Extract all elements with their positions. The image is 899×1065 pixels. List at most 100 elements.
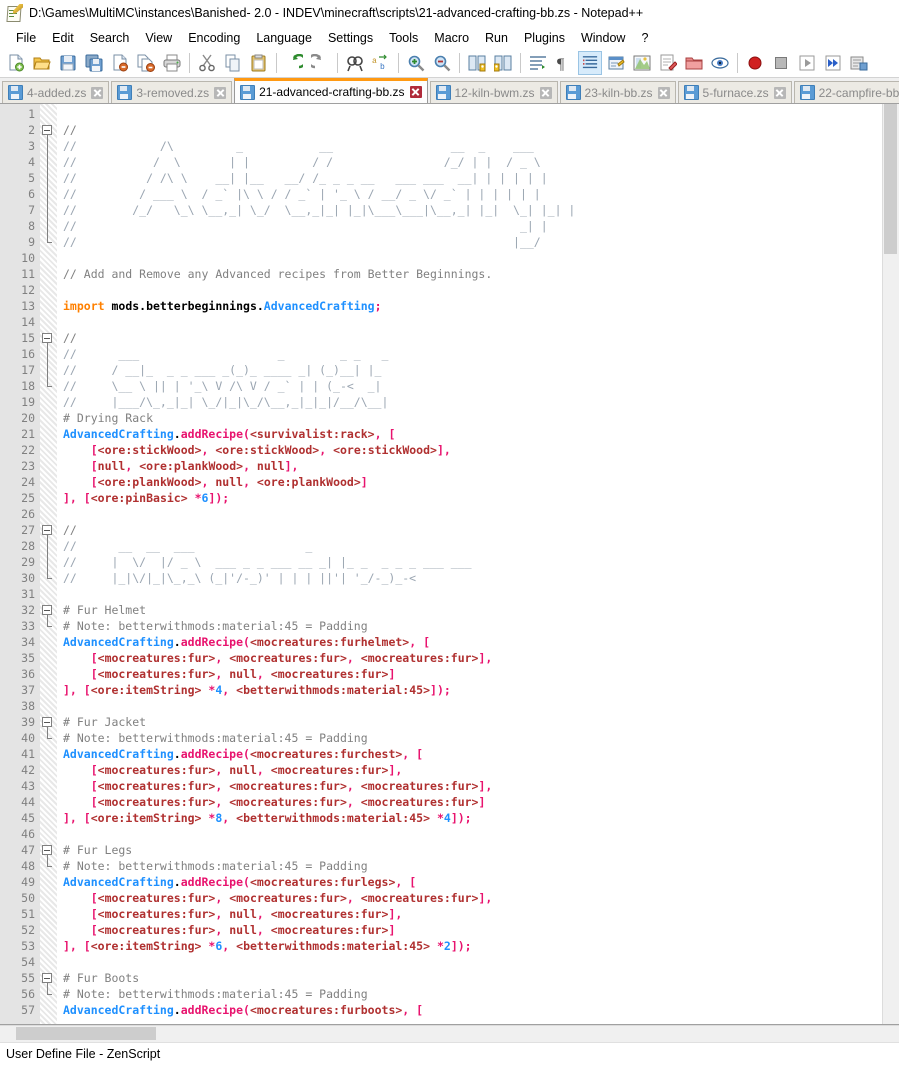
code-line[interactable]: // __ __ ___ _ [63, 538, 899, 554]
code-line[interactable]: # Fur Boots [63, 970, 899, 986]
code-line[interactable]: // / \ | | / / /_/ | | / _ \ [63, 154, 899, 170]
tab-22-campfire-bb[interactable]: 22-campfire-bb.zs [794, 81, 899, 103]
code-line[interactable]: import mods.betterbeginnings.AdvancedCra… [63, 298, 899, 314]
save-all-icon[interactable] [82, 51, 106, 75]
code-line[interactable] [63, 282, 899, 298]
code-line[interactable]: [null, <ore:plankWood>, null], [63, 458, 899, 474]
code-text-area[interactable]: //// /\ _ __ __ _ ___// / \ | | / / /_/ … [57, 104, 899, 1024]
sync-vertical-scroll-icon[interactable] [465, 51, 489, 75]
horizontal-scrollbar-thumb[interactable] [16, 1027, 156, 1040]
menu-item-macro[interactable]: Macro [426, 29, 477, 47]
function-list-icon[interactable] [656, 51, 680, 75]
tab-23-kiln-bb[interactable]: 23-kiln-bb.zs [560, 81, 676, 103]
code-line[interactable]: // [63, 522, 899, 538]
monitoring-icon[interactable] [708, 51, 732, 75]
show-document-map-icon[interactable] [630, 51, 654, 75]
fold-toggle-icon[interactable] [42, 525, 52, 535]
horizontal-scrollbar[interactable] [0, 1025, 899, 1042]
cut-icon[interactable] [195, 51, 219, 75]
code-line[interactable]: # Note: betterwithmods:material:45 = Pad… [63, 986, 899, 1002]
fold-toggle-icon[interactable] [42, 333, 52, 343]
tab-close-icon[interactable] [91, 87, 103, 99]
code-line[interactable] [63, 314, 899, 330]
code-line[interactable]: [<ore:stickWood>, <ore:stickWood>, <ore:… [63, 442, 899, 458]
undo-icon[interactable] [282, 51, 306, 75]
zoom-out-icon[interactable] [430, 51, 454, 75]
menu-item-plugins[interactable]: Plugins [516, 29, 573, 47]
menu-item-file[interactable]: File [8, 29, 44, 47]
tab-3-removed[interactable]: 3-removed.zs [111, 81, 232, 103]
tab-12-kiln-bwm[interactable]: 12-kiln-bwm.zs [430, 81, 558, 103]
print-icon[interactable] [160, 51, 184, 75]
sync-horizontal-scroll-icon[interactable] [491, 51, 515, 75]
tab-close-icon[interactable] [658, 87, 670, 99]
code-line[interactable]: [<mocreatures:fur>, null, <mocreatures:f… [63, 906, 899, 922]
code-line[interactable]: [<mocreatures:fur>, <mocreatures:fur>, <… [63, 890, 899, 906]
code-line[interactable]: // Add and Remove any Advanced recipes f… [63, 266, 899, 282]
code-line[interactable]: ], [<ore:itemString> *8, <betterwithmods… [63, 810, 899, 826]
tab-21-advanced-crafting-bb[interactable]: 21-advanced-crafting-bb.zs [234, 78, 427, 103]
code-line[interactable] [63, 506, 899, 522]
fold-toggle-icon[interactable] [42, 717, 52, 727]
menu-item-help[interactable]: ? [633, 29, 656, 47]
menu-item-tools[interactable]: Tools [381, 29, 426, 47]
play-macro-icon[interactable] [795, 51, 819, 75]
code-line[interactable]: # Fur Helmet [63, 602, 899, 618]
code-line[interactable] [63, 250, 899, 266]
redo-icon[interactable] [308, 51, 332, 75]
code-folding-margin[interactable] [40, 104, 57, 1024]
fold-toggle-icon[interactable] [42, 605, 52, 615]
code-line[interactable]: AdvancedCrafting.addRecipe(<mocreatures:… [63, 634, 899, 650]
code-line[interactable]: [<mocreatures:fur>, null, <mocreatures:f… [63, 762, 899, 778]
save-macro-icon[interactable] [847, 51, 871, 75]
new-file-icon[interactable] [4, 51, 28, 75]
code-line[interactable] [63, 698, 899, 714]
tab-5-furnace[interactable]: 5-furnace.zs [678, 81, 792, 103]
save-icon[interactable] [56, 51, 80, 75]
menu-item-language[interactable]: Language [248, 29, 320, 47]
code-line[interactable]: AdvancedCrafting.addRecipe(<mocreatures:… [63, 874, 899, 890]
code-line[interactable]: ], [<ore:itemString> *6, <betterwithmods… [63, 938, 899, 954]
copy-icon[interactable] [221, 51, 245, 75]
code-line[interactable] [63, 826, 899, 842]
user-defined-dialog-icon[interactable] [604, 51, 628, 75]
code-line[interactable]: // |__/ [63, 234, 899, 250]
menu-item-encoding[interactable]: Encoding [180, 29, 248, 47]
indent-guide-icon[interactable] [578, 51, 602, 75]
close-all-icon[interactable] [134, 51, 158, 75]
code-line[interactable]: # Note: betterwithmods:material:45 = Pad… [63, 618, 899, 634]
run-macro-multiple-icon[interactable] [821, 51, 845, 75]
code-line[interactable]: // /_/ \_\ \__,_| \_/ \__,_|_| |_|\___\_… [63, 202, 899, 218]
tab-close-icon[interactable] [410, 86, 422, 98]
paste-icon[interactable] [247, 51, 271, 75]
code-line[interactable]: // _| | [63, 218, 899, 234]
code-line[interactable]: // / /\ \ __| |__ __/ /_ _ _ __ ___ ___ … [63, 170, 899, 186]
record-macro-icon[interactable] [743, 51, 767, 75]
code-line[interactable]: # Drying Rack [63, 410, 899, 426]
code-line[interactable]: // / ___ \ / _` |\ \ / / _` | '_ \ / __/… [63, 186, 899, 202]
code-line[interactable]: # Fur Legs [63, 842, 899, 858]
menu-item-run[interactable]: Run [477, 29, 516, 47]
editor-area[interactable]: 1234567891011121314151617181920212223242… [0, 104, 899, 1025]
code-line[interactable]: // [63, 122, 899, 138]
tab-close-icon[interactable] [214, 87, 226, 99]
show-all-characters-icon[interactable]: ¶ [552, 51, 576, 75]
menu-item-settings[interactable]: Settings [320, 29, 381, 47]
open-file-icon[interactable] [30, 51, 54, 75]
tab-close-icon[interactable] [774, 87, 786, 99]
code-line[interactable]: // /\ _ __ __ _ ___ [63, 138, 899, 154]
code-line[interactable] [63, 954, 899, 970]
code-line[interactable]: # Fur Jacket [63, 714, 899, 730]
code-line[interactable]: AdvancedCrafting.addRecipe(<mocreatures:… [63, 746, 899, 762]
tab-4-added[interactable]: 4-added.zs [2, 81, 109, 103]
tab-close-icon[interactable] [540, 87, 552, 99]
code-line[interactable]: # Note: betterwithmods:material:45 = Pad… [63, 730, 899, 746]
menu-item-edit[interactable]: Edit [44, 29, 82, 47]
code-line[interactable]: [<mocreatures:fur>, <mocreatures:fur>, <… [63, 650, 899, 666]
code-line[interactable]: // / __|_ _ _ ___ _(_)_ ____ _| (_)__| |… [63, 362, 899, 378]
code-line[interactable]: ], [<ore:itemString> *4, <betterwithmods… [63, 682, 899, 698]
zoom-in-icon[interactable] [404, 51, 428, 75]
fold-toggle-icon[interactable] [42, 973, 52, 983]
vertical-scrollbar[interactable] [882, 104, 899, 1024]
stop-macro-icon[interactable] [769, 51, 793, 75]
